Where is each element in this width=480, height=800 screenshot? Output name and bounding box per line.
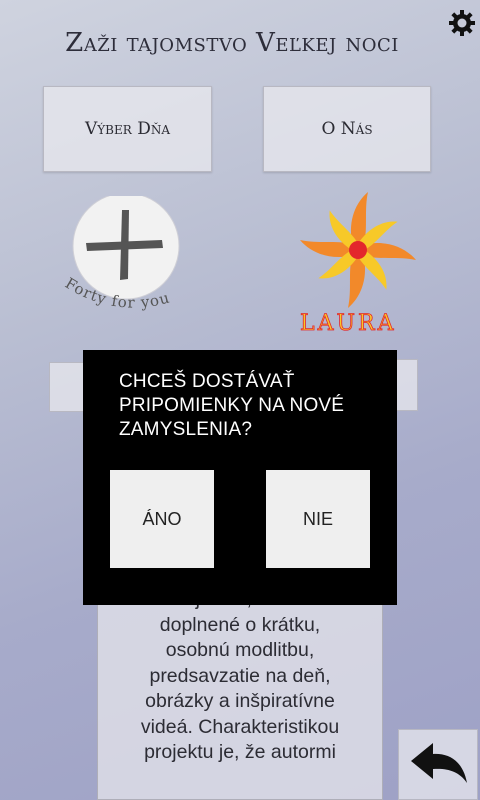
reminder-dialog: CHCEŠ DOSTÁVAŤ PRIPOMIENKY NA NOVÉ ZAMYS…: [83, 350, 397, 605]
dialog-message: CHCEŠ DOSTÁVAŤ PRIPOMIENKY NA NOVÉ ZAMYS…: [119, 371, 345, 440]
yes-button[interactable]: ÁNO: [110, 470, 214, 568]
no-button[interactable]: NIE: [266, 470, 370, 568]
